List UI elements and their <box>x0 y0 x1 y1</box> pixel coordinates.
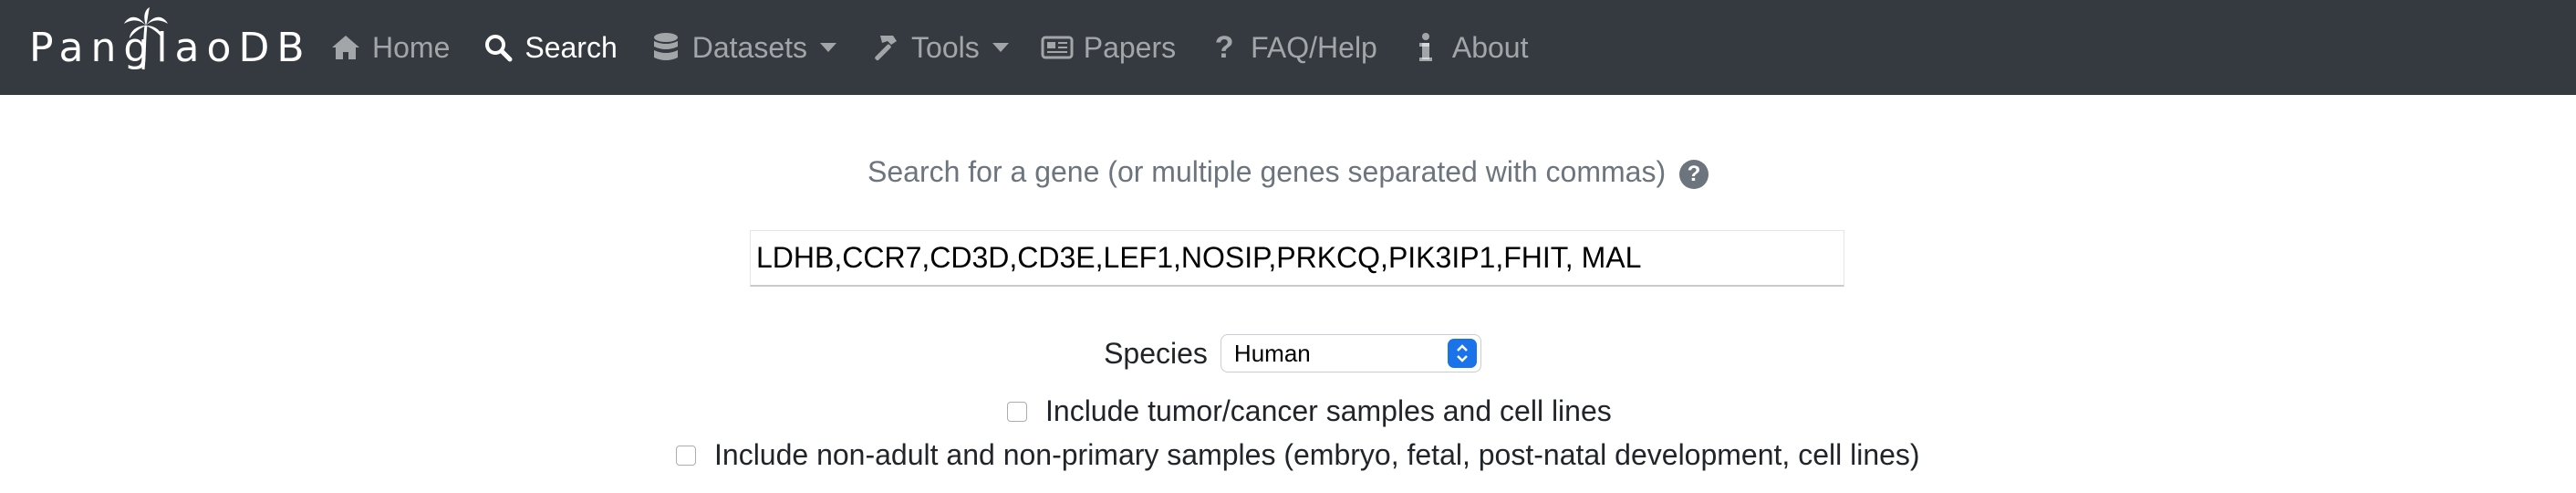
navbar: PanglaoDB Home Search Datasets Tools Pap… <box>0 0 2576 95</box>
nav-home[interactable]: Home <box>328 30 450 65</box>
nonadult-option: Include non-adult and non-primary sample… <box>676 438 1920 472</box>
search-prompt: Search for a gene (or multiple genes sep… <box>0 155 2576 189</box>
species-label: Species <box>1104 336 1208 370</box>
nav-datasets-label: Datasets <box>691 30 808 64</box>
nav-search-label: Search <box>525 30 618 64</box>
palm-tree-icon <box>124 7 168 70</box>
help-circle-icon[interactable]: ? <box>1678 159 1709 189</box>
search-icon <box>481 30 515 65</box>
nav-papers[interactable]: Papers <box>1040 30 1176 65</box>
chevron-down-icon <box>992 43 1009 52</box>
nav-datasets[interactable]: Datasets <box>649 30 837 65</box>
brand-name: PanglaoDB <box>29 24 312 71</box>
home-icon <box>328 30 363 65</box>
nav-papers-label: Papers <box>1083 30 1177 64</box>
brand-logo[interactable]: PanglaoDB <box>29 0 312 95</box>
nav-faq-label: FAQ/Help <box>1251 30 1377 64</box>
nonadult-option-label: Include non-adult and non-primary sample… <box>714 438 1920 471</box>
database-icon <box>649 30 683 65</box>
question-icon: ? <box>1214 29 1234 65</box>
gene-search-input[interactable] <box>750 230 1844 287</box>
species-selected-value: Human <box>1233 339 1311 367</box>
search-prompt-text: Search for a gene (or multiple genes sep… <box>867 155 1667 188</box>
nav-about[interactable]: About <box>1408 30 1529 65</box>
nav-faq-help[interactable]: ? FAQ/Help <box>1207 30 1377 65</box>
nav-about-label: About <box>1451 30 1529 64</box>
nonadult-checkbox[interactable] <box>676 445 696 466</box>
nav-search[interactable]: Search <box>481 30 618 65</box>
tumor-option-label: Include tumor/cancer samples and cell li… <box>1045 394 1612 427</box>
main-nav: Home Search Datasets Tools Papers ? FAQ/… <box>328 0 1559 95</box>
hammer-icon <box>867 30 902 65</box>
nav-home-label: Home <box>372 30 451 64</box>
info-icon <box>1408 30 1443 65</box>
newspaper-icon <box>1040 30 1075 65</box>
tumor-checkbox[interactable] <box>1007 401 1027 422</box>
nav-tools-label: Tools <box>911 30 980 64</box>
select-updown-icon <box>1447 339 1477 368</box>
nav-tools[interactable]: Tools <box>867 30 1009 65</box>
chevron-down-icon <box>820 43 837 52</box>
tumor-option: Include tumor/cancer samples and cell li… <box>1007 394 1612 428</box>
species-select[interactable]: Human <box>1220 334 1481 372</box>
species-row: Species Human <box>0 334 2576 372</box>
